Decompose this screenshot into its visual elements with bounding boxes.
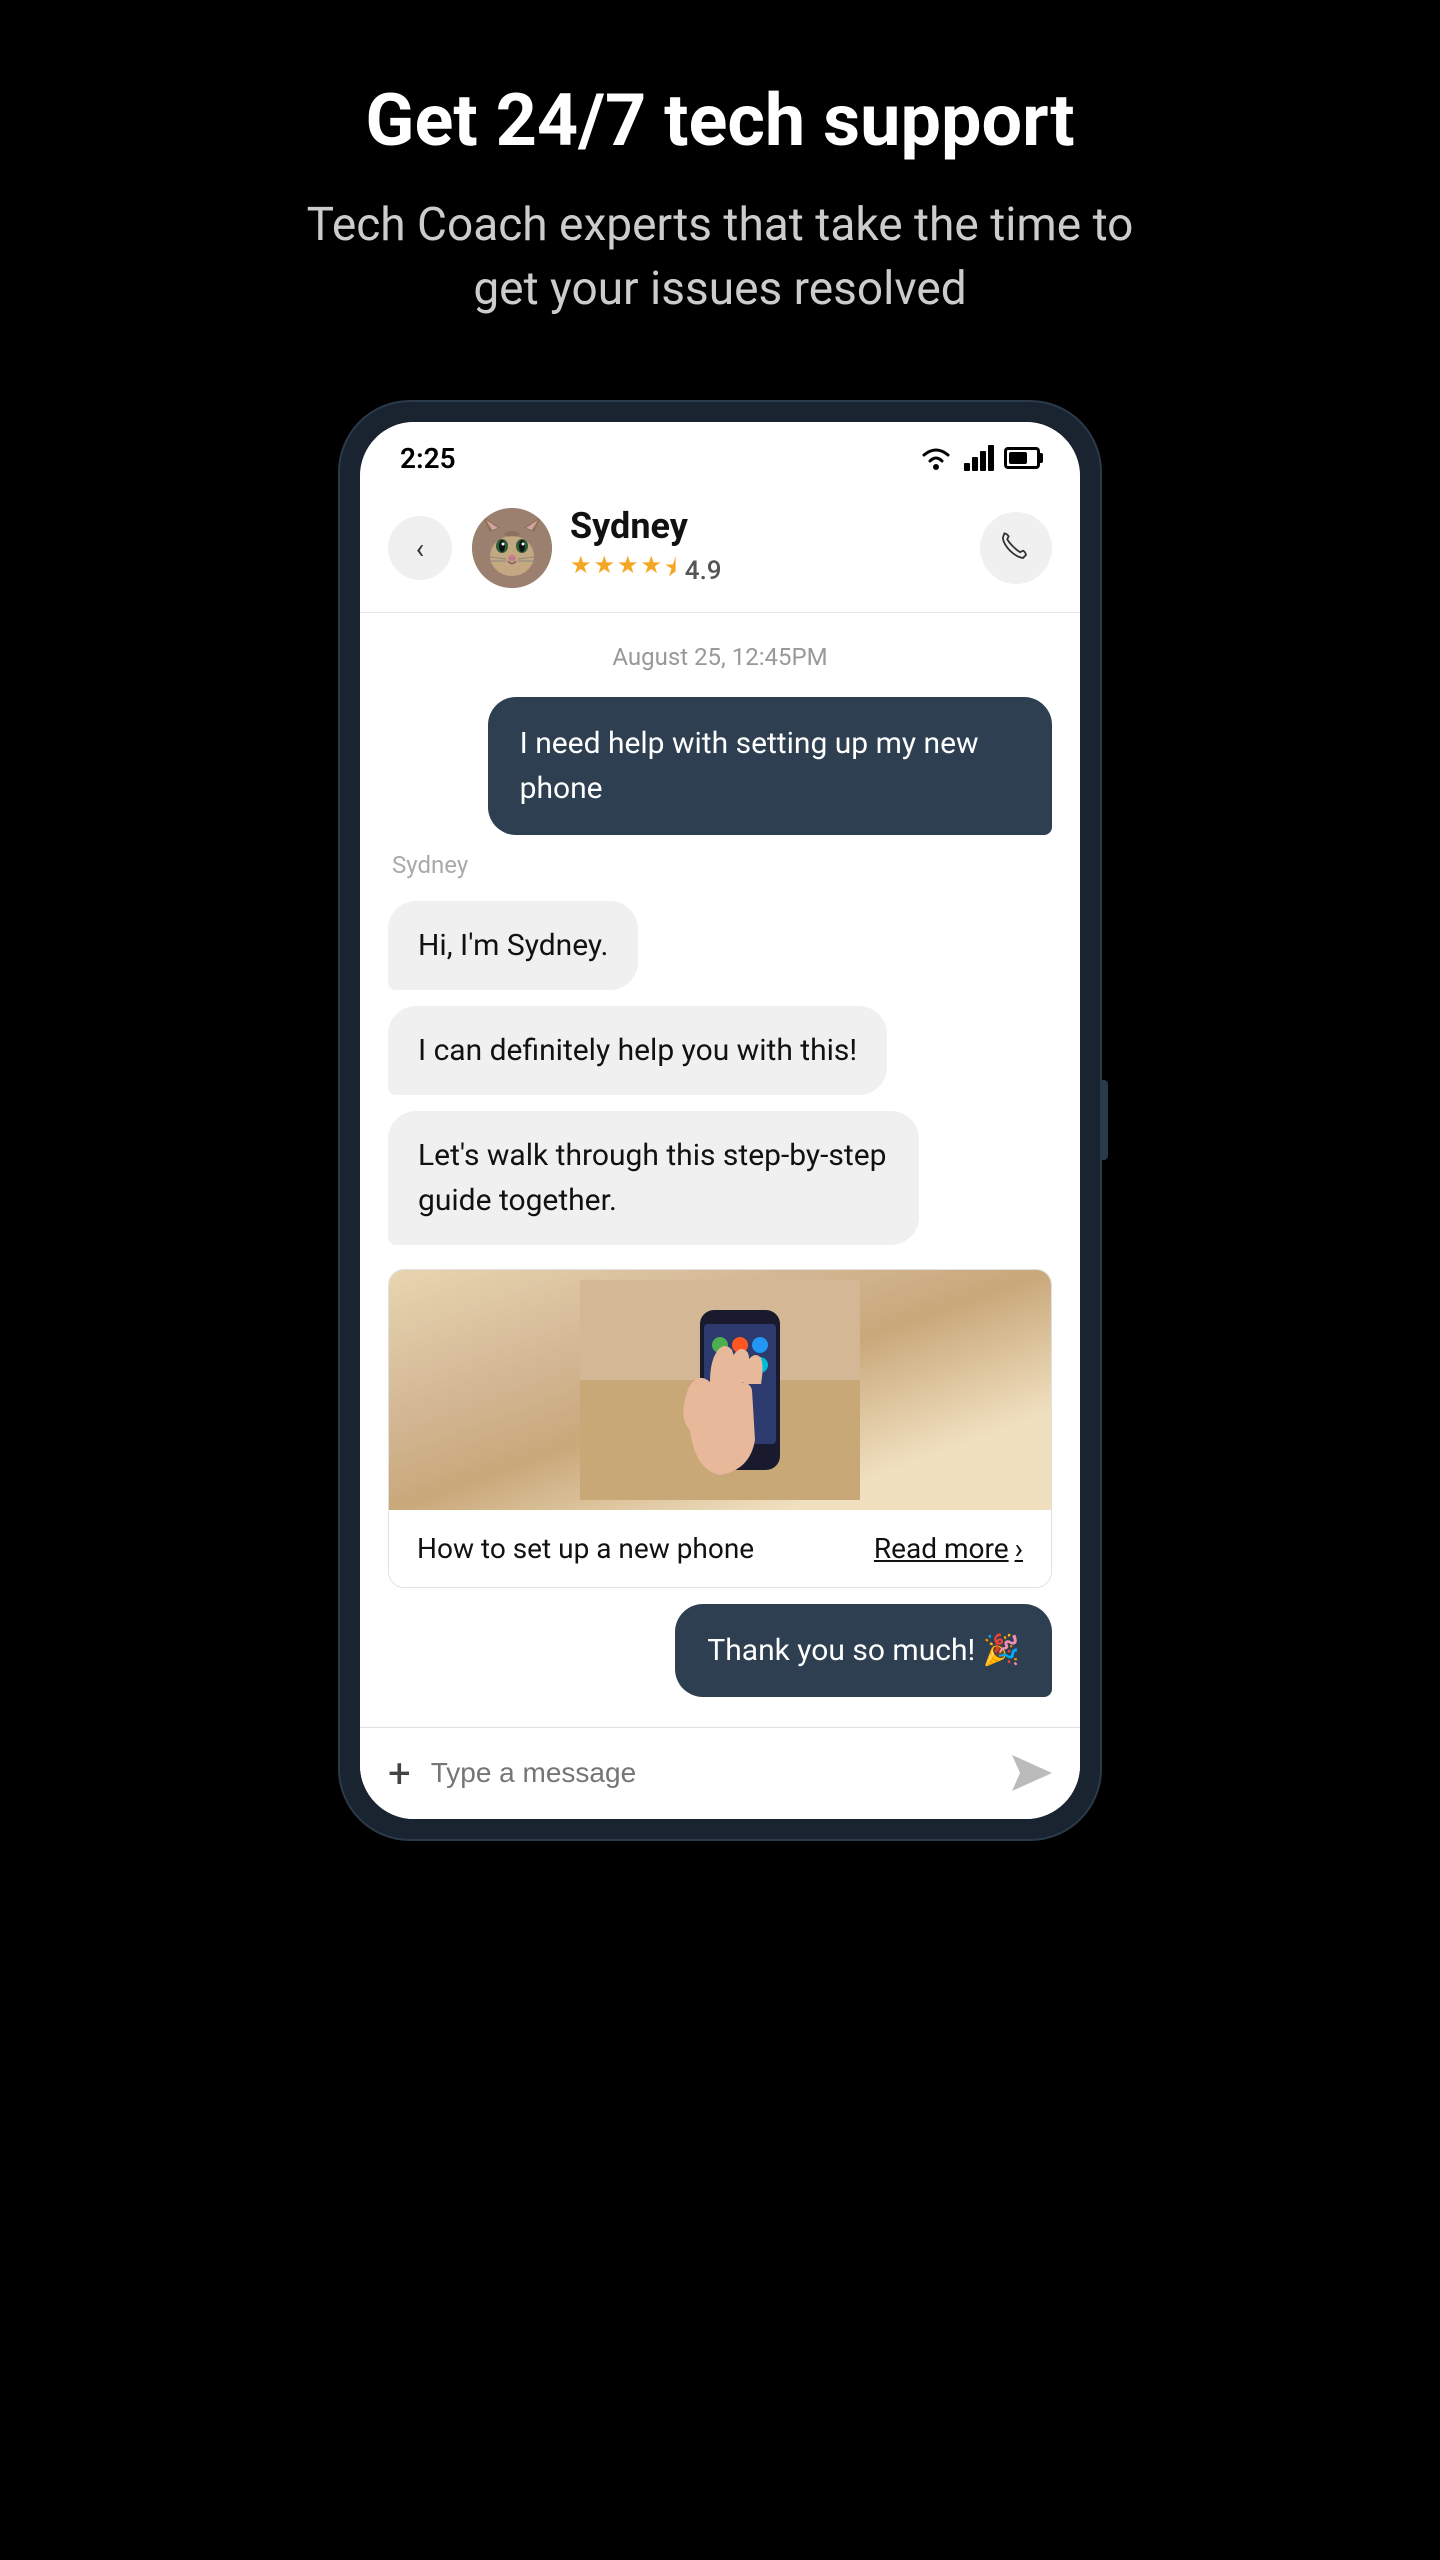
status-time: 2:25 [400, 442, 456, 475]
star-5-half: ⯨ [664, 551, 677, 592]
send-button[interactable] [1012, 1755, 1052, 1791]
agent-avatar [472, 508, 552, 588]
agent-rating: ★ ★ ★ ★ ⯨ 4.9 [570, 551, 722, 592]
phone-frame: 2:25 [340, 402, 1100, 1839]
card-image [389, 1270, 1051, 1510]
agent-details: Sydney ★ ★ ★ ★ ⯨ 4.9 [570, 505, 722, 592]
outgoing-message-2: Thank you so much! 🎉 [675, 1604, 1052, 1697]
incoming-message-1: Hi, I'm Sydney. [388, 901, 638, 990]
phone-in-hand-illustration [580, 1280, 860, 1500]
star-2: ★ [594, 551, 616, 592]
status-bar: 2:25 [360, 422, 1080, 485]
back-button[interactable]: ‹ [388, 516, 452, 580]
status-icons [918, 445, 1040, 471]
sender-label: Sydney [392, 851, 1052, 879]
cat-avatar-image [472, 508, 552, 588]
wifi-icon [918, 445, 954, 471]
incoming-message-2: I can definitely help you with this! [388, 1006, 887, 1095]
card-title: How to set up a new phone [417, 1532, 754, 1565]
message-timestamp: August 25, 12:45PM [388, 643, 1052, 671]
resource-card: How to set up a new phone Read more › [388, 1269, 1052, 1588]
attachment-button[interactable]: + [388, 1750, 411, 1797]
read-more-link[interactable]: Read more › [874, 1532, 1023, 1565]
card-footer: How to set up a new phone Read more › [389, 1510, 1051, 1587]
signal-icon [964, 445, 994, 471]
page-title: Get 24/7 tech support [365, 80, 1074, 163]
battery-icon [1004, 447, 1040, 469]
chevron-right-icon: › [1015, 1532, 1023, 1565]
side-button [1102, 1080, 1108, 1160]
stars: ★ ★ ★ ★ ⯨ [570, 551, 677, 592]
agent-info: Sydney ★ ★ ★ ★ ⯨ 4.9 [472, 505, 980, 592]
call-button[interactable] [980, 512, 1052, 584]
chat-header: ‹ [360, 485, 1080, 613]
page-subtitle: Tech Coach experts that take the time to… [270, 193, 1170, 322]
outgoing-message-1: I need help with setting up my new phone [488, 697, 1052, 835]
phone-icon [1000, 532, 1032, 564]
message-input[interactable] [431, 1757, 992, 1789]
star-1: ★ [570, 551, 592, 592]
input-area: + [360, 1727, 1080, 1819]
phone-screen: 2:25 [360, 422, 1080, 1819]
star-3: ★ [617, 551, 639, 592]
chat-app: ‹ [360, 485, 1080, 1819]
incoming-message-3: Let's walk through this step-by-step gui… [388, 1111, 919, 1245]
rating-number: 4.9 [685, 556, 722, 586]
messages-area: August 25, 12:45PM I need help with sett… [360, 613, 1080, 1727]
agent-name: Sydney [570, 505, 722, 547]
star-4: ★ [641, 551, 663, 592]
